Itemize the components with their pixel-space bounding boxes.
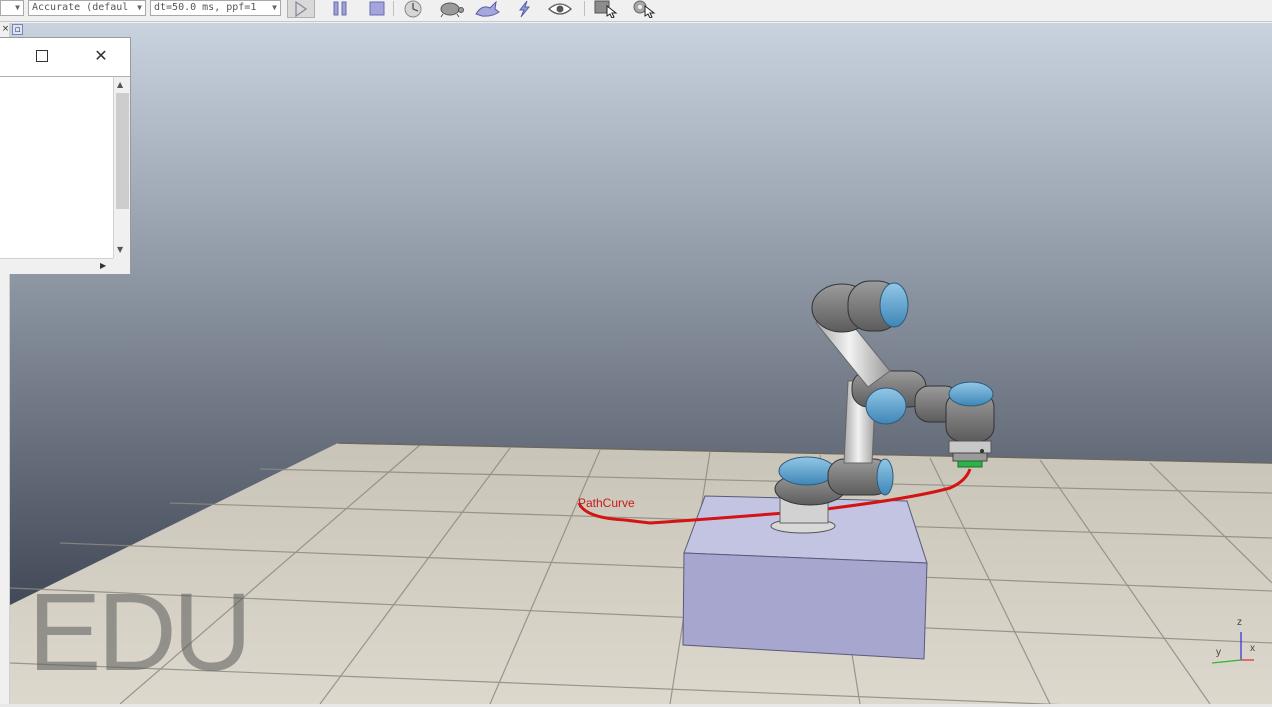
toolbar-separator [584, 1, 585, 16]
page-cursor-icon [594, 0, 618, 18]
mode-select[interactable]: ▼ [0, 0, 24, 16]
realtime-mode-button[interactable] [399, 0, 427, 18]
timestep-value: dt=50.0 ms, ppf=1 [154, 2, 257, 13]
scrollbar-thumb[interactable] [116, 93, 129, 209]
dialog-content [0, 76, 113, 258]
scroll-up-icon[interactable]: ▲ [117, 80, 123, 89]
page-selector-button[interactable] [592, 0, 620, 18]
stop-simulation-button[interactable] [363, 0, 391, 18]
scroll-down-icon[interactable]: ▼ [117, 245, 123, 254]
turtle-icon [440, 2, 464, 17]
eye-icon [548, 3, 572, 15]
horizontal-scrollbar[interactable]: ▶ [0, 258, 113, 274]
start-simulation-button[interactable] [287, 0, 315, 18]
toolbar: ▼ Accurate (defaul ▼ dt=50.0 ms, ppf=1 ▼ [0, 0, 1272, 22]
lightning-icon [518, 0, 531, 18]
faster-simulation-button[interactable] [473, 0, 501, 18]
physics-engine-value: Accurate (defaul [32, 2, 129, 13]
edu-watermark: EDU [28, 571, 252, 694]
dialog-titlebar[interactable]: ✕ [0, 38, 130, 76]
scroll-right-icon[interactable]: ▶ [100, 261, 106, 270]
axis-label-x: x [1250, 643, 1255, 654]
gear-cursor-icon [633, 0, 656, 18]
scrollbar-corner [113, 258, 130, 274]
view-tabs: × ▫ [0, 24, 26, 37]
maximize-icon[interactable] [36, 50, 48, 62]
pause-simulation-button[interactable] [326, 0, 354, 18]
pause-icon [333, 1, 347, 16]
stop-icon [369, 1, 385, 16]
scene-selector-button[interactable] [630, 0, 658, 18]
rabbit-icon [475, 0, 500, 17]
close-view-icon[interactable]: × [0, 24, 11, 35]
slower-simulation-button[interactable] [437, 0, 465, 18]
clock-icon [404, 0, 422, 18]
timestep-select[interactable]: dt=50.0 ms, ppf=1 ▼ [150, 0, 281, 16]
axis-label-y: y [1216, 647, 1221, 658]
axis-label-z: z [1237, 617, 1242, 628]
toolbar-separator [393, 1, 394, 16]
view-float-icon[interactable]: ▫ [12, 24, 23, 35]
play-icon [295, 0, 308, 17]
path-curve-label: PathCurve [578, 496, 635, 510]
floating-dialog: ✕ ▲ ▼ ▶ [0, 37, 131, 274]
physics-engine-select[interactable]: Accurate (defaul ▼ [28, 0, 146, 16]
toggle-visualization-button[interactable] [546, 0, 574, 18]
vertical-scrollbar[interactable]: ▲ ▼ [113, 76, 130, 258]
threaded-rendering-button[interactable] [510, 0, 538, 18]
close-icon[interactable]: ✕ [92, 47, 110, 65]
